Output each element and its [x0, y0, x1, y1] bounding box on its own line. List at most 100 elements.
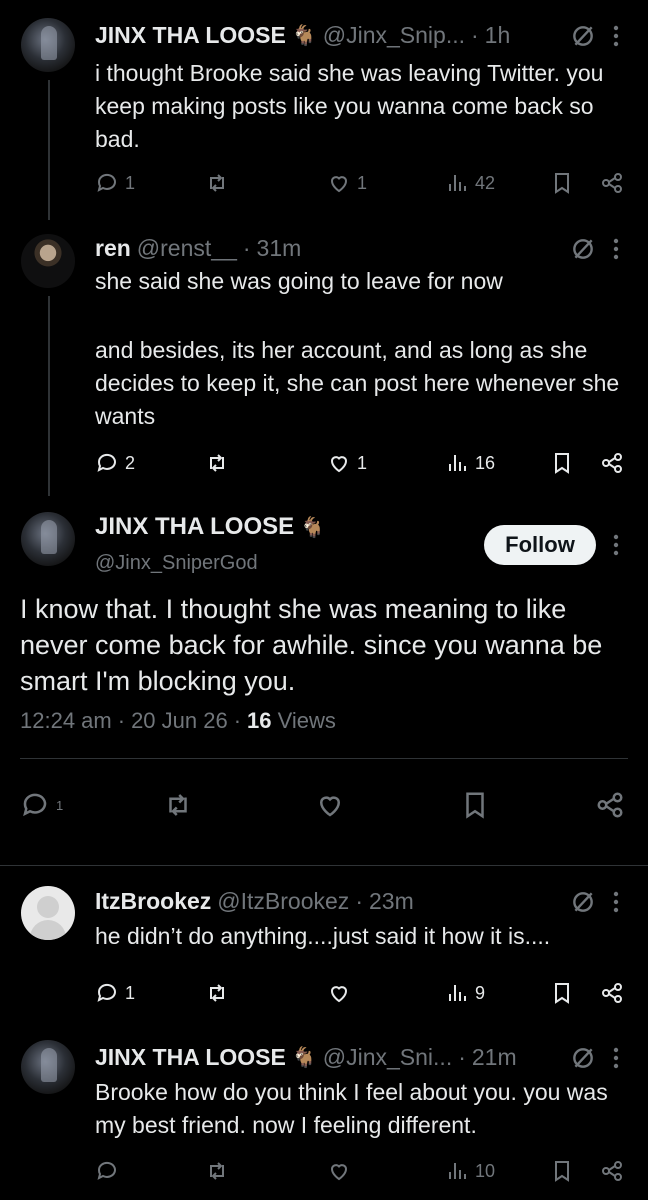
grok-icon[interactable] — [570, 236, 596, 262]
display-name[interactable]: ren — [95, 235, 131, 262]
reply-icon — [97, 983, 116, 1002]
reply-count: 1 — [56, 797, 64, 813]
goat-emoji: 🐐 — [291, 1047, 317, 1069]
separator-dot: · — [471, 22, 479, 48]
views-count: 16 — [247, 708, 272, 733]
reply-icon — [97, 453, 116, 472]
views-button[interactable]: 10 — [445, 1159, 495, 1183]
views-chart-icon — [449, 175, 466, 191]
view-count: 10 — [475, 1160, 496, 1181]
share-button[interactable] — [600, 1159, 624, 1183]
views-chart-icon — [449, 1163, 466, 1179]
reply-button[interactable]: 1 — [95, 981, 135, 1005]
timestamp[interactable]: 21m — [472, 1044, 517, 1071]
avatar[interactable] — [21, 18, 75, 72]
avatar[interactable] — [21, 512, 75, 566]
reply-button[interactable]: 1 — [95, 171, 135, 195]
view-count: 9 — [475, 982, 486, 1003]
bookmark-icon — [555, 173, 569, 194]
bookmark-icon — [466, 792, 484, 819]
retweet-icon — [210, 454, 224, 472]
avatar[interactable] — [21, 1040, 75, 1094]
timestamp[interactable]: 31m — [257, 235, 302, 262]
display-name[interactable]: JINX THA LOOSE — [95, 22, 286, 49]
user-handle[interactable]: @Jinx_SniperGod — [95, 552, 258, 575]
heart-icon — [330, 176, 348, 193]
views-button[interactable]: 42 — [445, 171, 495, 195]
reply-count: 1 — [125, 982, 136, 1003]
bookmark-button[interactable] — [550, 1159, 574, 1183]
views-button[interactable]: 16 — [445, 451, 495, 475]
like-button[interactable] — [327, 981, 351, 1005]
thread-line — [48, 80, 50, 220]
bookmark-button[interactable] — [550, 981, 574, 1005]
grok-icon[interactable] — [570, 889, 596, 915]
goat-emoji: 🐐 — [291, 25, 317, 47]
tweet-time[interactable]: 12:24 am — [20, 708, 112, 734]
reply-button[interactable]: 2 — [95, 451, 135, 475]
separator-dot: · — [355, 888, 363, 914]
user-handle[interactable]: @renst__ — [137, 235, 237, 262]
separator-dot: · — [117, 708, 126, 733]
more-options-icon[interactable] — [612, 890, 620, 914]
like-button[interactable]: 1 — [327, 171, 367, 195]
more-options-icon[interactable] — [612, 237, 620, 261]
heart-icon — [319, 796, 341, 817]
more-options-icon[interactable] — [612, 1046, 620, 1070]
share-icon — [597, 792, 623, 818]
reply-button[interactable] — [95, 1159, 119, 1183]
separator-dot: · — [233, 708, 242, 733]
reply-count: 1 — [125, 172, 136, 193]
avatar[interactable] — [21, 886, 75, 940]
avatar[interactable] — [21, 234, 75, 288]
more-options-icon[interactable] — [612, 24, 620, 48]
like-count: 1 — [357, 452, 368, 473]
retweet-button[interactable] — [205, 451, 229, 475]
user-handle[interactable]: @Jinx_Snip... — [323, 22, 465, 49]
bookmark-button[interactable] — [550, 171, 574, 195]
share-button[interactable] — [595, 790, 625, 820]
retweet-icon — [210, 1162, 224, 1180]
like-button[interactable] — [315, 790, 345, 820]
view-count: 16 — [475, 452, 496, 473]
retweet-button[interactable] — [205, 981, 229, 1005]
tweet-meta: 12:24 am · 20 Jun 26 · 16 Views — [20, 708, 336, 734]
tweet-text: Brooke how do you think I feel about you… — [95, 1079, 608, 1138]
retweet-button[interactable] — [205, 171, 229, 195]
bookmark-icon — [555, 983, 569, 1004]
display-name[interactable]: JINX THA LOOSE — [95, 1044, 286, 1071]
bookmark-icon — [555, 453, 569, 474]
timestamp[interactable]: 1h — [485, 22, 511, 49]
user-handle[interactable]: @ItzBrookez — [217, 888, 349, 915]
display-name[interactable]: JINX THA LOOSE — [95, 513, 294, 541]
heart-icon — [330, 456, 348, 473]
follow-button[interactable]: Follow — [484, 525, 596, 565]
reply-icon — [97, 173, 116, 192]
tweet-text: he didn’t do anything....just said it ho… — [95, 923, 551, 949]
timestamp[interactable]: 23m — [369, 888, 414, 915]
reply-button[interactable]: 1 — [20, 790, 63, 820]
tweet-text-line-2: and besides, its her account, and as lon… — [95, 337, 620, 429]
share-button[interactable] — [600, 981, 624, 1005]
like-button[interactable]: 1 — [327, 451, 367, 475]
share-button[interactable] — [600, 451, 624, 475]
bookmark-button[interactable] — [460, 790, 490, 820]
reply-icon — [23, 793, 47, 817]
divider — [0, 865, 648, 866]
separator-dot: · — [242, 235, 251, 261]
display-name[interactable]: ItzBrookez — [95, 888, 211, 915]
views-button[interactable]: 9 — [445, 981, 485, 1005]
bookmark-button[interactable] — [550, 451, 574, 475]
user-handle[interactable]: @Jinx_Sni... — [323, 1044, 452, 1071]
bookmark-icon — [555, 1161, 569, 1182]
retweet-button[interactable] — [163, 790, 193, 820]
retweet-button[interactable] — [205, 1159, 229, 1183]
more-options-icon[interactable] — [612, 533, 620, 557]
share-button[interactable] — [600, 171, 624, 195]
tweet-text-line-1: she said she was going to leave for now — [95, 268, 503, 294]
grok-icon[interactable] — [570, 23, 596, 49]
tweet-date[interactable]: 20 Jun 26 — [131, 708, 228, 734]
grok-icon[interactable] — [570, 1045, 596, 1071]
like-button[interactable] — [327, 1159, 351, 1183]
share-icon — [602, 983, 622, 1003]
